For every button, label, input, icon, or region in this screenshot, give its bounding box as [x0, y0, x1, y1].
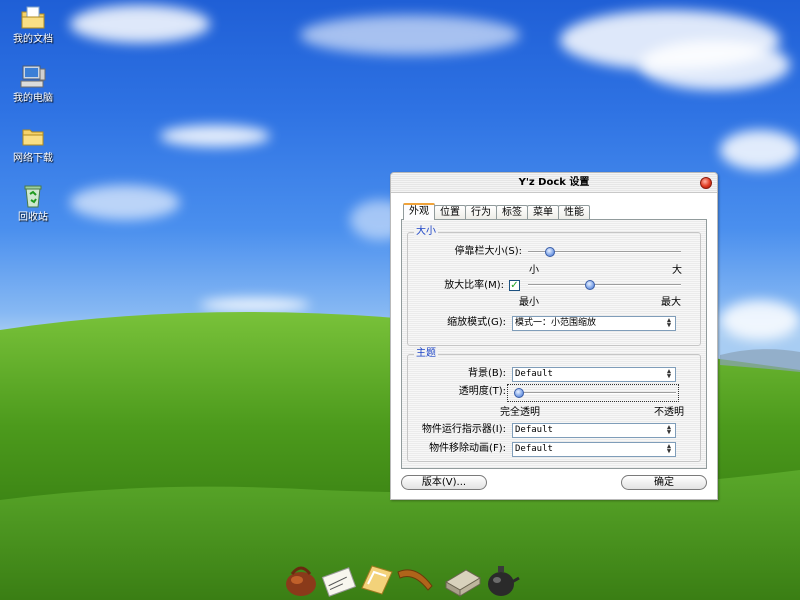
- spin-arrows-icon[interactable]: ▲ ▼: [664, 443, 674, 455]
- close-button[interactable]: [700, 177, 712, 189]
- folder-icon: [19, 123, 47, 151]
- background-label: 背景(B):: [467, 368, 506, 379]
- zoom-enabled-checkbox[interactable]: ✓: [509, 280, 520, 291]
- zoom-mode-select[interactable]: 模式一：小范围缩放 ▲ ▼: [512, 316, 676, 331]
- notes-icon[interactable]: [358, 558, 396, 598]
- desktop-icon-label: 我的电脑: [13, 93, 53, 104]
- my-documents-icon: [19, 4, 47, 32]
- teapot-icon[interactable]: [482, 558, 520, 598]
- tab-behavior[interactable]: 行为: [465, 205, 497, 220]
- dock-size-slider[interactable]: [528, 246, 681, 258]
- remove-animation-select[interactable]: Default ▲ ▼: [512, 442, 676, 457]
- desktop-icon-recycle-bin[interactable]: 回收站: [3, 182, 63, 224]
- desktop-icon-label: 回收站: [18, 212, 48, 223]
- tab-labels[interactable]: 标签: [496, 205, 528, 220]
- size-group-title: 大小: [414, 226, 438, 238]
- slider-thumb[interactable]: [545, 247, 556, 257]
- zoom-mode-label: 缩放模式(G):: [447, 317, 506, 328]
- size-group: 大小 停靠栏大小(S): 小 大 放大比率(M): ✓ 最小 最大 缩放模式(G…: [407, 226, 701, 346]
- settings-dialog: Y'z Dock 设置 外观 位置 行为 标签 菜单 性能 大小 停靠栏大小(S…: [390, 172, 718, 500]
- desktop-icon-downloads[interactable]: 网络下载: [3, 123, 63, 165]
- indicator-value: Default: [515, 425, 553, 435]
- desktop-icon-label: 我的文档: [13, 34, 53, 45]
- opacity-max-label: 不透明: [654, 407, 684, 418]
- opacity-min-label: 完全透明: [500, 407, 540, 418]
- tab-menu[interactable]: 菜单: [527, 205, 559, 220]
- ok-button[interactable]: 确定: [621, 475, 707, 490]
- dock: [280, 558, 530, 600]
- background-select[interactable]: Default ▲ ▼: [512, 367, 676, 382]
- opacity-label: 透明度(T):: [458, 386, 506, 397]
- theme-group-title: 主题: [414, 348, 438, 360]
- spin-arrows-icon[interactable]: ▲ ▼: [664, 368, 674, 380]
- dock-size-label: 停靠栏大小(S):: [454, 246, 522, 257]
- tab-performance[interactable]: 性能: [558, 205, 590, 220]
- dialog-titlebar[interactable]: Y'z Dock 设置: [391, 173, 717, 193]
- book-icon[interactable]: [444, 558, 482, 598]
- remove-animation-value: Default: [515, 444, 553, 454]
- spin-arrows-icon[interactable]: ▲ ▼: [664, 424, 674, 436]
- envelope-icon[interactable]: [320, 558, 358, 598]
- desktop-icon-label: 网络下载: [13, 153, 53, 164]
- indicator-label: 物件运行指示器(I):: [421, 424, 506, 435]
- version-button[interactable]: 版本(V)...: [401, 475, 487, 490]
- desktop-icon-my-documents[interactable]: 我的文档: [3, 4, 63, 46]
- desktop-icon-my-computer[interactable]: 我的电脑: [3, 63, 63, 105]
- my-computer-icon: [19, 63, 47, 91]
- dock-size-min-label: 小: [529, 265, 539, 276]
- theme-group: 主题 背景(B): Default ▲ ▼ 透明度(T): 完全透明 不透明 物件…: [407, 348, 701, 462]
- recycle-bin-icon: [19, 182, 47, 210]
- dialog-title: Y'z Dock 设置: [518, 177, 590, 188]
- indicator-select[interactable]: Default ▲ ▼: [512, 423, 676, 438]
- zoom-min-label: 最小: [519, 297, 539, 308]
- zoom-max-label: 最大: [661, 297, 681, 308]
- dock-size-max-label: 大: [672, 265, 682, 276]
- zoom-mode-value: 模式一：小范围缩放: [515, 318, 597, 328]
- slider-thumb[interactable]: [585, 280, 596, 290]
- zoom-ratio-slider[interactable]: [528, 279, 681, 291]
- slider-thumb[interactable]: [514, 388, 524, 398]
- tab-position[interactable]: 位置: [434, 205, 466, 220]
- background-value: Default: [515, 369, 553, 379]
- tab-bar: 外观 位置 行为 标签 菜单 性能: [403, 203, 590, 220]
- comb-icon[interactable]: [396, 558, 434, 598]
- opacity-slider[interactable]: [514, 387, 676, 399]
- remove-animation-label: 物件移除动画(F):: [429, 443, 506, 454]
- tab-appearance[interactable]: 外观: [403, 203, 435, 220]
- zoom-ratio-label: 放大比率(M):: [444, 280, 504, 291]
- spin-arrows-icon[interactable]: ▲ ▼: [664, 317, 674, 329]
- bag-icon[interactable]: [282, 558, 320, 598]
- tab-panel-appearance: 大小 停靠栏大小(S): 小 大 放大比率(M): ✓ 最小 最大 缩放模式(G…: [401, 219, 707, 469]
